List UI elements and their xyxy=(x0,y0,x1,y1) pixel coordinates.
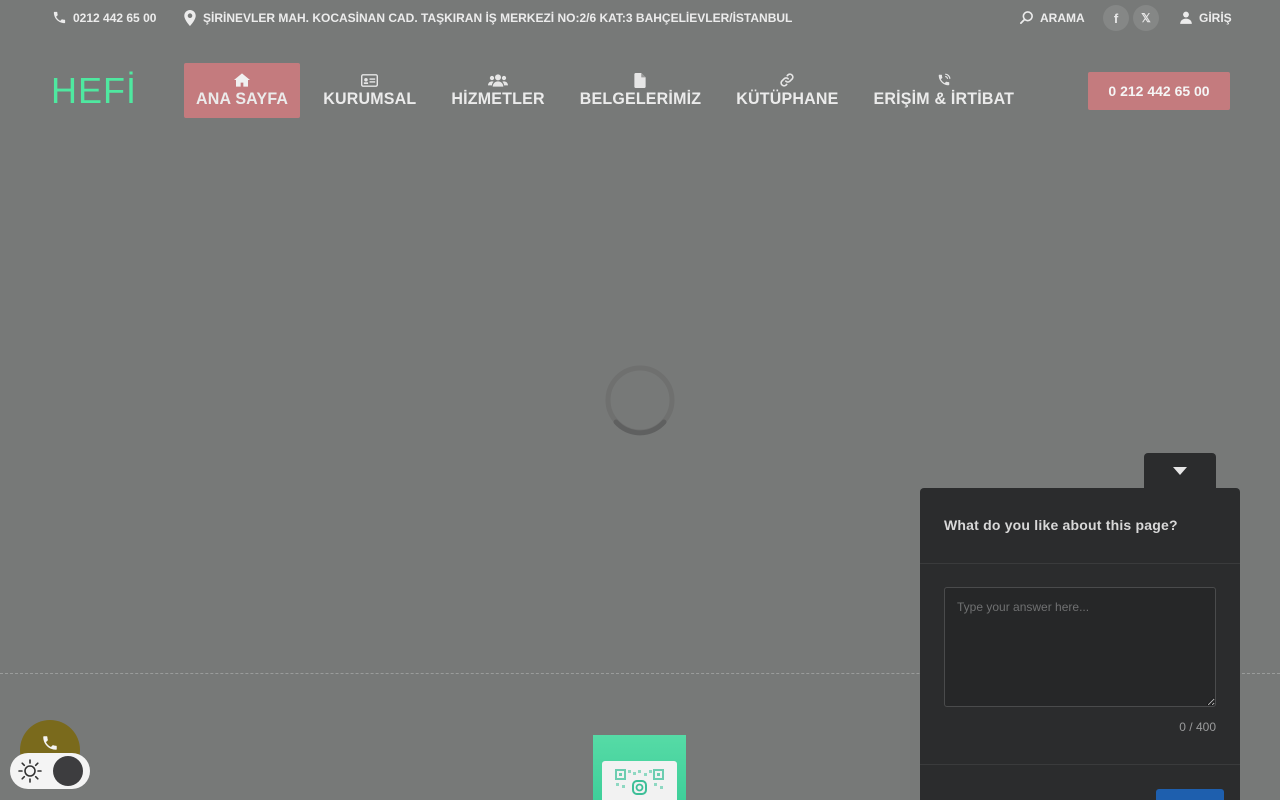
nav-label: BELGELERİMİZ xyxy=(579,90,702,109)
search-label: ARAMA xyxy=(1040,10,1085,25)
nav-item-hizmetler[interactable]: HİZMETLER xyxy=(439,63,556,118)
location-pin-icon xyxy=(184,10,196,26)
user-icon xyxy=(1180,11,1192,24)
phone-volume-icon xyxy=(937,72,951,88)
nav-item-belgelerimiz[interactable]: BELGELERİMİZ xyxy=(568,63,714,118)
nav-item-erisim-irtibat[interactable]: ERİŞİM & İRTİBAT xyxy=(861,63,1026,118)
nav-item-ana-sayfa[interactable]: ANA SAYFA xyxy=(184,63,301,118)
phone-icon xyxy=(43,736,57,750)
x-icon: 𝕏 xyxy=(1141,11,1151,25)
feedback-survey: What do you like about this page? 0 / 40… xyxy=(920,488,1240,800)
top-address-text: ŞİRİNEVLER MAH. KOCASİNAN CAD. TAŞKIRAN … xyxy=(203,11,793,25)
home-icon xyxy=(234,72,251,88)
caret-down-icon xyxy=(1173,467,1187,475)
search-link[interactable]: ARAMA xyxy=(1019,10,1085,25)
survey-divider xyxy=(920,764,1240,765)
x-twitter-button[interactable]: 𝕏 xyxy=(1133,5,1159,31)
survey-submit-button[interactable] xyxy=(1156,789,1224,800)
nav-item-kurumsal[interactable]: KURUMSAL xyxy=(311,63,428,118)
survey-char-count: 0 / 400 xyxy=(1179,720,1216,734)
document-icon xyxy=(634,72,647,88)
top-phone[interactable]: 0212 442 65 00 xyxy=(52,10,156,25)
survey-answer-input[interactable] xyxy=(944,587,1216,707)
qr-card[interactable] xyxy=(593,735,686,800)
link-icon xyxy=(780,72,794,88)
nav-label: KÜTÜPHANE xyxy=(736,90,839,109)
facebook-button[interactable]: f xyxy=(1103,5,1129,31)
site-logo[interactable]: HEFİ xyxy=(51,70,137,112)
nav-label: ERİŞİM & İRTİBAT xyxy=(873,90,1015,109)
login-link[interactable]: GİRİŞ xyxy=(1179,10,1232,25)
login-label: GİRİŞ xyxy=(1199,10,1232,25)
id-card-icon xyxy=(361,72,379,88)
call-cta-button[interactable]: 0 212 442 65 00 xyxy=(1088,72,1230,110)
phone-icon xyxy=(53,11,66,24)
facebook-icon: f xyxy=(1113,10,1119,26)
survey-question: What do you like about this page? xyxy=(944,517,1178,533)
users-icon xyxy=(488,72,509,88)
loading-spinner-icon xyxy=(605,365,675,436)
nav-label: KURUMSAL xyxy=(323,90,417,109)
qr-code-image xyxy=(602,761,677,800)
search-icon xyxy=(1020,11,1033,24)
top-bar: 0212 442 65 00 ŞİRİNEVLER MAH. KOCASİNAN… xyxy=(0,0,1280,36)
moon-knob-icon xyxy=(53,756,83,786)
top-address[interactable]: ŞİRİNEVLER MAH. KOCASİNAN CAD. TAŞKIRAN … xyxy=(183,10,792,26)
instagram-qr-icon xyxy=(615,769,664,795)
sun-icon xyxy=(17,758,43,784)
nav-item-kutuphane[interactable]: KÜTÜPHANE xyxy=(724,63,850,118)
nav-label: ANA SAYFA xyxy=(196,90,289,109)
survey-divider xyxy=(920,563,1240,564)
top-phone-text: 0212 442 65 00 xyxy=(73,10,157,25)
main-nav: ANA SAYFA KURUMSAL HİZMETLER BELGELERİMİ… xyxy=(184,63,1037,118)
survey-collapse-button[interactable] xyxy=(1144,453,1216,489)
nav-label: HİZMETLER xyxy=(451,90,545,109)
dark-mode-toggle[interactable] xyxy=(10,753,90,789)
